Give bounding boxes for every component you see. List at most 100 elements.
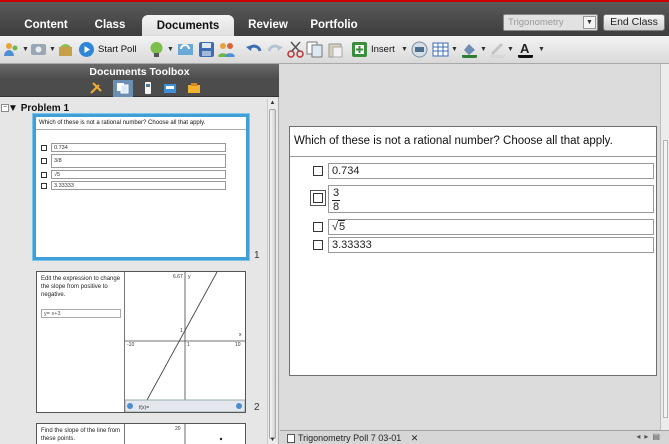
svg-text:A: A bbox=[520, 41, 530, 56]
choice-checkbox[interactable] bbox=[313, 193, 323, 203]
graph-mid-x-label: 1 bbox=[187, 342, 190, 348]
thumb-graph: 20 bbox=[175, 424, 223, 444]
graph-right-label: 10 bbox=[235, 342, 241, 348]
document-tab[interactable]: Trigonometry Poll 7 03-01 ✕ bbox=[287, 431, 418, 444]
question-icon[interactable] bbox=[148, 41, 165, 58]
tab-list-icon[interactable]: ▤ bbox=[652, 432, 664, 441]
document-scrollbar[interactable] bbox=[660, 64, 669, 430]
redo-icon[interactable] bbox=[266, 41, 283, 58]
chevron-down-icon[interactable]: ▼ bbox=[22, 46, 29, 53]
tools-icon[interactable] bbox=[89, 82, 103, 94]
toolbox-title: Documents Toolbox bbox=[0, 64, 279, 80]
document-tabs-bar: Trigonometry Poll 7 03-01 ✕ ◂▸▤ bbox=[280, 430, 669, 444]
thumb-expression: y= x+3 bbox=[41, 309, 121, 318]
chevron-down-icon[interactable]: ▼ bbox=[507, 46, 514, 53]
chevron-down-icon[interactable]: ▼ bbox=[480, 46, 487, 53]
table-icon[interactable] bbox=[432, 41, 449, 58]
insert-icon[interactable] bbox=[351, 41, 368, 58]
toolbox-tabs bbox=[0, 80, 279, 97]
chevron-down-icon[interactable]: ▼ bbox=[451, 46, 458, 53]
paste-icon[interactable] bbox=[327, 41, 344, 58]
chevron-down-icon[interactable]: ▼ bbox=[583, 16, 596, 29]
page-number: 2 bbox=[254, 402, 260, 413]
tab-documents[interactable]: Documents bbox=[142, 15, 234, 38]
scrollbar-thumb[interactable] bbox=[663, 140, 668, 418]
tab-content[interactable]: Content bbox=[12, 14, 80, 36]
chevron-down-icon[interactable]: ▼ bbox=[401, 46, 408, 53]
graph-x-axis-label: x bbox=[239, 332, 242, 338]
thumb-notes-pane: Edit the expression to change the slope … bbox=[37, 272, 125, 412]
line-color-icon[interactable] bbox=[489, 41, 506, 58]
page-thumbnail-1[interactable]: Which of these is not a rational number?… bbox=[33, 114, 249, 260]
start-poll-icon[interactable] bbox=[78, 41, 95, 58]
page-number: 1 bbox=[254, 250, 260, 261]
choice-checkbox[interactable] bbox=[313, 222, 323, 232]
thumb-notes-pane: Find the slope of the line from these po… bbox=[37, 424, 125, 444]
page-sorter-icon bbox=[117, 83, 129, 94]
fraction: 3 8 bbox=[332, 187, 341, 214]
fill-color-icon[interactable] bbox=[461, 41, 478, 58]
graph-y-axis-label: y bbox=[188, 274, 191, 280]
choice-value: 3 8 bbox=[328, 185, 654, 213]
problem-label: Problem 1 bbox=[20, 103, 70, 114]
document-icon bbox=[287, 434, 295, 443]
scrollbar-thumb[interactable] bbox=[269, 109, 276, 439]
thumb-graph: 6.67 y -10 10 x 1 1 f(x)= bbox=[125, 272, 245, 412]
thumb-question: Which of these is not a rational number?… bbox=[36, 117, 246, 130]
copy-icon[interactable] bbox=[306, 41, 323, 58]
problem-header[interactable]: ▼ Problem 1 bbox=[8, 103, 69, 114]
ti-smartview-icon[interactable] bbox=[141, 82, 155, 94]
end-class-button[interactable]: End Class bbox=[603, 14, 665, 31]
choice-checkbox[interactable] bbox=[313, 166, 323, 176]
chevron-down-icon[interactable]: ▼ bbox=[167, 46, 174, 53]
page-sorter-tab-active[interactable] bbox=[113, 80, 133, 97]
insert-label[interactable]: Insert bbox=[371, 44, 395, 55]
users-icon[interactable] bbox=[3, 41, 20, 58]
thumb-instruction: Edit the expression to change the slope … bbox=[41, 276, 121, 298]
tab-nav-arrows[interactable]: ◂▸▤ bbox=[636, 432, 664, 441]
square-root: √5 bbox=[332, 220, 346, 233]
content-explorer-icon[interactable] bbox=[163, 82, 177, 94]
graph-left-label: -10 bbox=[127, 342, 134, 348]
close-icon[interactable]: ✕ bbox=[411, 433, 419, 443]
choice-value: 3.33333 bbox=[328, 237, 654, 253]
graph-function-label: f(x)= bbox=[139, 405, 149, 411]
class-select-value: Trigonometry bbox=[508, 17, 564, 28]
page-thumbnail-3[interactable]: Find the slope of the line from these po… bbox=[36, 423, 246, 444]
fraction-numerator: 3 bbox=[332, 187, 341, 201]
chevron-down-icon[interactable]: ▼ bbox=[49, 46, 56, 53]
scroll-down-icon[interactable]: ▼ bbox=[268, 436, 277, 444]
choice-value: 0.734 bbox=[328, 163, 654, 179]
class-select[interactable]: Trigonometry ▼ bbox=[503, 14, 598, 31]
chevron-down-icon[interactable]: ▼ bbox=[538, 46, 545, 53]
class-users-icon[interactable] bbox=[218, 41, 235, 58]
graph-top-label: 20 bbox=[175, 426, 181, 432]
text-color-icon[interactable]: A bbox=[517, 41, 534, 58]
save-icon[interactable] bbox=[198, 41, 215, 58]
toolbox-scrollbar[interactable]: ▲ ▼ bbox=[267, 99, 277, 444]
page-thumbnail-2[interactable]: Edit the expression to change the slope … bbox=[36, 271, 246, 413]
undo-icon[interactable] bbox=[246, 41, 263, 58]
main-toolbar: ▼ ▼ Start Poll ▼ Insert ▼ ▼ ▼ ▼ A ▼ bbox=[0, 36, 669, 64]
graph-mid-label: 1 bbox=[180, 328, 183, 334]
choice-checkbox[interactable] bbox=[313, 240, 323, 250]
screen-capture-icon[interactable] bbox=[30, 41, 47, 58]
fraction-denominator: 8 bbox=[333, 201, 340, 213]
scroll-up-icon[interactable]: ▲ bbox=[268, 99, 277, 107]
tab-review[interactable]: Review bbox=[238, 14, 298, 36]
refresh-icon[interactable] bbox=[177, 41, 194, 58]
start-poll-label[interactable]: Start Poll bbox=[98, 44, 137, 55]
question-text: Which of these is not a rational number?… bbox=[290, 127, 656, 157]
choice-value: √5 bbox=[328, 219, 654, 235]
utilities-icon[interactable] bbox=[187, 82, 201, 94]
calculator-icon[interactable] bbox=[411, 41, 428, 58]
tab-portfolio[interactable]: Portfolio bbox=[303, 14, 365, 36]
document-tab-label: Trigonometry Poll 7 03-01 bbox=[298, 433, 402, 443]
document-page: Which of these is not a rational number?… bbox=[289, 126, 657, 376]
graph-top-label: 6.67 bbox=[173, 274, 183, 280]
cut-icon[interactable] bbox=[287, 41, 304, 58]
top-tab-bar: Content Class Documents Review Portfolio… bbox=[0, 0, 669, 38]
send-to-class-icon[interactable] bbox=[57, 41, 74, 58]
thumb-instruction: Find the slope of the line from these po… bbox=[41, 428, 121, 442]
tab-class[interactable]: Class bbox=[82, 14, 138, 36]
